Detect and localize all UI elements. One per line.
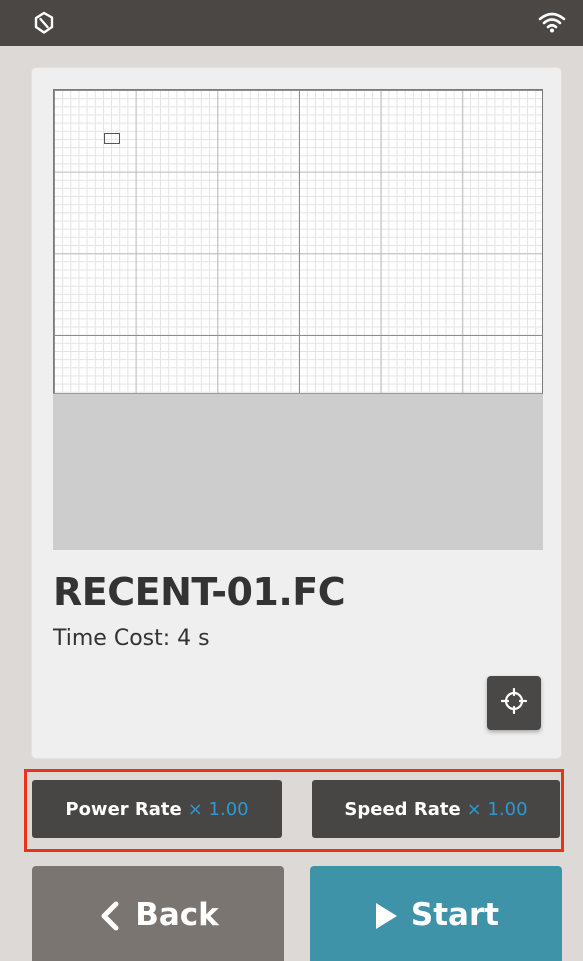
power-rate-label: Power Rate xyxy=(65,798,182,820)
app-logo-icon xyxy=(32,11,56,35)
workarea-grid xyxy=(53,89,543,394)
back-button[interactable]: Back xyxy=(32,866,284,961)
chevron-left-icon xyxy=(97,897,135,939)
time-cost: Time Cost: 4 s xyxy=(53,626,210,651)
speed-rate-button[interactable]: Speed Rate × 1.00 xyxy=(312,780,560,838)
crosshair-icon xyxy=(500,687,528,718)
play-icon xyxy=(373,897,411,939)
power-rate-button[interactable]: Power Rate × 1.00 xyxy=(32,780,282,838)
file-name: RECENT-01.FC xyxy=(53,570,346,614)
power-rate-value: × 1.00 xyxy=(187,798,249,820)
wifi-icon xyxy=(538,11,566,33)
back-button-label: Back xyxy=(135,897,219,933)
speed-rate-value: × 1.00 xyxy=(466,798,528,820)
status-bar xyxy=(0,0,583,46)
design-rectangle xyxy=(104,133,120,144)
start-button[interactable]: Start xyxy=(310,866,562,961)
locate-button[interactable] xyxy=(487,676,541,730)
workarea-preview xyxy=(53,89,543,550)
start-button-label: Start xyxy=(410,897,500,933)
file-preview-card: RECENT-01.FC Time Cost: 4 s xyxy=(32,68,561,758)
speed-rate-label: Speed Rate xyxy=(344,798,461,820)
